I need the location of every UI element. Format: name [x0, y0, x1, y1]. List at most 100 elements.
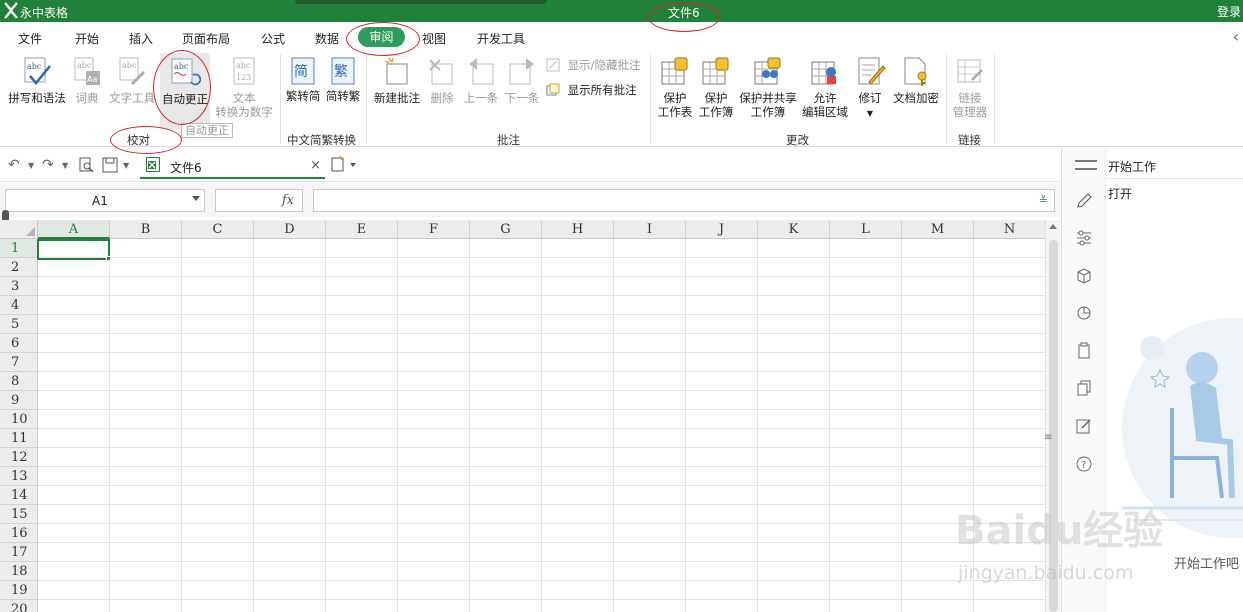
quick-access-dropdown-icon[interactable]: ▼	[123, 161, 129, 170]
new-comment-button[interactable]: 新建批注	[371, 56, 423, 105]
insert-function-box[interactable]: fx	[215, 189, 303, 212]
fill-handle[interactable]	[106, 256, 111, 261]
row-header-4[interactable]: 4	[0, 296, 38, 315]
row-header-18[interactable]: 18	[0, 562, 38, 581]
row-header-7[interactable]: 7	[0, 353, 38, 372]
track-changes-dropdown-icon[interactable]: ▼	[867, 109, 873, 118]
expand-formula-bar-icon[interactable]: ≚	[1039, 194, 1048, 207]
cube-icon[interactable]	[1075, 267, 1093, 285]
clipboard-icon[interactable]	[1075, 342, 1093, 360]
column-header-l[interactable]: L	[830, 220, 902, 239]
pen-icon[interactable]	[1075, 192, 1093, 210]
column-header-h[interactable]: H	[542, 220, 614, 239]
row-header-1[interactable]: 1	[0, 239, 38, 258]
delete-comment-button[interactable]: 删除	[426, 56, 458, 105]
menu-insert[interactable]: 插入	[129, 30, 153, 47]
task-pane-menu-icon[interactable]	[1075, 160, 1097, 170]
column-header-n[interactable]: N	[974, 220, 1046, 239]
previous-comment-button[interactable]: 上一条	[462, 56, 500, 105]
column-header-e[interactable]: E	[326, 220, 398, 239]
vertical-scrollbar-thumb[interactable]	[1049, 240, 1058, 612]
protect-sheet-button[interactable]: 保护 工作表	[655, 56, 695, 119]
row-header-8[interactable]: 8	[0, 372, 38, 391]
column-header-c[interactable]: C	[182, 220, 254, 239]
spreadsheet-grid[interactable]: ABCDEFGHIJKLMN 1 2 3 4 5 6 7 8 9 10 11 12 13 14 15 16 17…	[0, 220, 1060, 612]
next-comment-button[interactable]: 下一条	[502, 56, 542, 105]
column-header-g[interactable]: G	[470, 220, 542, 239]
traditional-to-simplified-button[interactable]: 简 繁转简	[284, 56, 322, 103]
allow-edit-ranges-button[interactable]: 允许 编辑区域	[800, 56, 850, 119]
row-header-9[interactable]: 9	[0, 391, 38, 410]
name-box-dropdown-icon[interactable]	[192, 196, 200, 201]
menu-home[interactable]: 开始	[75, 30, 99, 47]
row-header-16[interactable]: 16	[0, 524, 38, 543]
collapse-ribbon-chevron-icon[interactable]: ‹	[1233, 27, 1239, 46]
show-hide-comments-button[interactable]: 显示/隐藏批注	[546, 57, 641, 73]
column-header-j[interactable]: J	[686, 220, 758, 239]
undo-dropdown-icon[interactable]: ▼	[28, 161, 34, 170]
show-all-comments-button[interactable]: 显示所有批注	[546, 82, 637, 98]
row-header-15[interactable]: 15	[0, 505, 38, 524]
text-tools-button[interactable]: abc 文字工具	[106, 56, 158, 105]
name-box[interactable]: A1	[5, 189, 205, 212]
print-preview-icon[interactable]	[78, 157, 94, 173]
redo-icon[interactable]: ↷	[42, 157, 54, 173]
row-header-20[interactable]: 20	[0, 600, 38, 612]
row-header-11[interactable]: 11	[0, 429, 38, 448]
scroll-up-arrow-icon[interactable]	[1049, 224, 1057, 229]
login-link[interactable]: 登录	[1217, 3, 1241, 20]
link-manager-button[interactable]: 链接 管理器	[950, 56, 990, 119]
spelling-grammar-button[interactable]: abc 拼写和语法	[6, 56, 68, 105]
row-header-13[interactable]: 13	[0, 467, 38, 486]
protect-workbook-button[interactable]: 保护 工作簿	[696, 56, 736, 119]
column-header-d[interactable]: D	[254, 220, 326, 239]
new-document-icon[interactable]	[330, 155, 358, 173]
close-tab-icon[interactable]: ×	[310, 158, 321, 173]
text-tools-label: 文字工具	[109, 91, 155, 105]
dictionary-button[interactable]: abc Aa 词典	[70, 56, 104, 105]
menu-data[interactable]: 数据	[315, 30, 339, 47]
row-header-2[interactable]: 2	[0, 258, 38, 277]
track-changes-button[interactable]: 修订 ▼	[855, 56, 886, 121]
select-all-corner[interactable]	[0, 220, 38, 239]
encrypt-document-button[interactable]: 文档加密	[890, 56, 942, 105]
column-header-f[interactable]: F	[398, 220, 470, 239]
menu-file[interactable]: 文件	[18, 30, 42, 47]
menu-view[interactable]: 视图	[422, 30, 446, 47]
column-header-b[interactable]: B	[110, 220, 182, 239]
row-header-3[interactable]: 3	[0, 277, 38, 296]
row-header-6[interactable]: 6	[0, 334, 38, 353]
column-header-k[interactable]: K	[758, 220, 830, 239]
sliders-icon[interactable]	[1075, 229, 1093, 247]
document-tab[interactable]: 文件6 ×	[140, 151, 325, 179]
simplified-to-traditional-button[interactable]: 繁 简转繁	[324, 56, 362, 103]
text-to-number-button[interactable]: abc 123 文本 转换为数字	[212, 56, 276, 119]
column-header-i[interactable]: I	[614, 220, 686, 239]
column-header-a[interactable]: A	[38, 220, 110, 239]
menu-page-layout[interactable]: 页面布局	[182, 30, 230, 47]
protect-and-share-button[interactable]: 保护并共享 工作簿	[737, 56, 799, 119]
open-file-link[interactable]: 打开	[1108, 185, 1132, 202]
row-header-12[interactable]: 12	[0, 448, 38, 467]
row-header-17[interactable]: 17	[0, 543, 38, 562]
row-header-5[interactable]: 5	[0, 315, 38, 334]
menu-developer[interactable]: 开发工具	[477, 30, 525, 47]
column-header-m[interactable]: M	[902, 220, 974, 239]
edit-note-icon[interactable]	[1075, 417, 1093, 435]
menu-formulas[interactable]: 公式	[261, 30, 285, 47]
selected-cell[interactable]	[37, 239, 110, 260]
panel-split-grip-icon[interactable]: ≡	[1044, 432, 1052, 443]
save-icon[interactable]	[102, 157, 118, 173]
formula-input[interactable]: ≚	[313, 189, 1055, 212]
row-header-10[interactable]: 10	[0, 410, 38, 429]
pie-chart-icon[interactable]	[1075, 304, 1093, 322]
redo-dropdown-icon[interactable]: ▼	[62, 161, 68, 170]
help-icon[interactable]: ?	[1075, 455, 1093, 473]
function-icon[interactable]: fx	[282, 193, 294, 208]
row-header-14[interactable]: 14	[0, 486, 38, 505]
annotation-circle-title	[648, 2, 720, 32]
show-all-comments-icon	[546, 83, 560, 96]
copy-pages-icon[interactable]	[1075, 379, 1093, 397]
row-header-19[interactable]: 19	[0, 581, 38, 600]
undo-icon[interactable]: ↶	[8, 157, 20, 173]
